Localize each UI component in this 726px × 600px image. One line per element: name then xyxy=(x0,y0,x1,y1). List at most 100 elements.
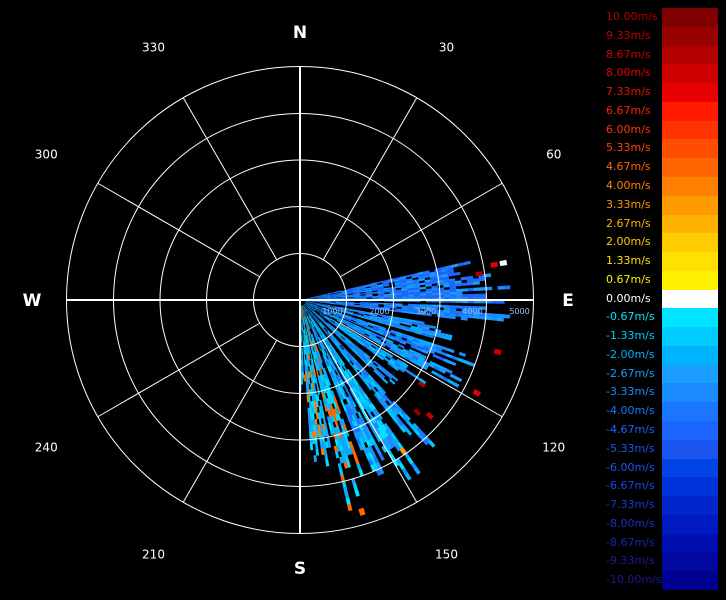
velocity-bin xyxy=(496,317,504,322)
velocity-bin xyxy=(310,352,313,360)
legend-color-swatch xyxy=(662,64,718,84)
legend-speed-label: -3.33m/s xyxy=(606,385,655,399)
velocity-bin xyxy=(391,375,399,382)
legend-speed-label: 6.67m/s xyxy=(606,103,651,117)
legend-speed-label: -9.33m/s xyxy=(606,554,655,568)
legend-color-swatch xyxy=(662,571,718,590)
velocity-bin xyxy=(413,291,421,295)
velocity-bin xyxy=(314,442,319,450)
velocity-bin xyxy=(301,360,303,367)
bearing-spoke xyxy=(322,97,418,260)
legend-color-swatch xyxy=(662,383,718,403)
legend-speed-label: -2.00m/s xyxy=(606,347,655,361)
velocity-bin xyxy=(443,292,451,296)
velocity-bin xyxy=(503,285,511,290)
cardinal-label: W xyxy=(23,291,42,311)
velocity-bin xyxy=(449,294,457,298)
velocity-bin xyxy=(354,297,361,300)
legend-speed-label: -8.67m/s xyxy=(606,535,655,549)
velocity-bin xyxy=(371,291,379,294)
velocity-bin xyxy=(445,368,453,374)
velocity-bin xyxy=(413,295,421,299)
velocity-bin xyxy=(473,293,481,298)
velocity-bin xyxy=(360,297,367,299)
legend-color-swatch xyxy=(662,327,718,346)
velocity-legend-colorbar xyxy=(662,8,718,590)
bearing-spoke xyxy=(182,340,278,503)
velocity-bin xyxy=(461,282,468,286)
velocity-hot-cell xyxy=(472,389,481,397)
legend-color-swatch xyxy=(662,45,718,65)
velocity-bin xyxy=(359,293,367,295)
legend-color-swatch xyxy=(662,477,718,497)
velocity-hot-cell xyxy=(493,348,502,356)
legend-color-swatch xyxy=(662,120,718,140)
legend-speed-label: 5.33m/s xyxy=(606,141,651,155)
legend-color-swatch xyxy=(662,158,718,177)
legend-color-swatch xyxy=(662,364,718,384)
bearing-label: 150 xyxy=(435,548,458,562)
velocity-bin xyxy=(378,297,385,299)
legend-speed-label: -2.67m/s xyxy=(606,366,655,380)
legend-speed-label: 6.00m/s xyxy=(606,122,651,136)
bearing-label: 210 xyxy=(142,548,165,562)
velocity-bin xyxy=(324,453,329,461)
legend-speed-label: 0.67m/s xyxy=(606,272,651,286)
velocity-bin xyxy=(316,369,319,377)
range-ring-label: 4000 xyxy=(462,307,482,316)
legend-color-swatch xyxy=(662,496,718,515)
legend-speed-label: -6.00m/s xyxy=(606,460,655,474)
legend-speed-label: 1.33m/s xyxy=(606,254,651,268)
legend-speed-label: -1.33m/s xyxy=(606,329,655,343)
legend-color-swatch xyxy=(662,139,718,159)
legend-color-swatch xyxy=(662,195,718,215)
velocity-bin xyxy=(347,503,353,512)
cardinal-label: N xyxy=(293,23,307,43)
velocity-hot-cell xyxy=(358,507,366,516)
legend-color-swatch xyxy=(662,83,718,102)
velocity-bin xyxy=(467,293,475,298)
velocity-hot-cell xyxy=(413,408,422,416)
legend-color-swatch xyxy=(662,101,718,121)
velocity-bin xyxy=(322,417,327,425)
velocity-bin xyxy=(455,376,463,383)
velocity-bin xyxy=(315,448,320,456)
velocity-bin xyxy=(490,316,498,321)
velocity-bin xyxy=(335,451,340,459)
velocity-bin xyxy=(453,271,461,276)
bearing-spoke xyxy=(97,182,260,278)
velocity-bin xyxy=(455,288,463,292)
velocity-bin xyxy=(405,274,413,278)
bearing-label: 30 xyxy=(439,40,454,54)
velocity-bin xyxy=(479,287,487,291)
velocity-bin xyxy=(376,281,383,284)
velocity-bin xyxy=(449,289,457,293)
legend-color-swatch xyxy=(662,214,718,234)
velocity-bin xyxy=(443,305,451,308)
velocity-bin xyxy=(442,315,450,319)
legend-speed-label: 2.67m/s xyxy=(606,216,651,230)
velocity-bin xyxy=(407,294,415,297)
velocity-bin xyxy=(301,372,303,379)
velocity-bin xyxy=(437,292,445,296)
velocity-bin xyxy=(419,293,427,296)
legend-color-swatch xyxy=(662,421,718,440)
legend-speed-label: 4.67m/s xyxy=(606,160,651,174)
legend-speed-label: 3.33m/s xyxy=(606,197,651,211)
velocity-bin xyxy=(419,286,427,290)
legend-color-swatch xyxy=(662,176,718,196)
legend-speed-label: -5.33m/s xyxy=(606,441,655,455)
legend-color-swatch xyxy=(662,233,718,253)
legend-speed-label: 0.00m/s xyxy=(606,291,651,305)
velocity-bin xyxy=(325,459,330,467)
velocity-bin xyxy=(497,313,505,318)
velocity-bin xyxy=(443,294,451,298)
velocity-bin xyxy=(322,327,328,334)
bearing-label: 300 xyxy=(35,148,58,162)
velocity-hot-cell xyxy=(499,259,508,267)
legend-speed-label: -4.67m/s xyxy=(606,423,655,437)
legend-speed-label: 7.33m/s xyxy=(606,85,651,99)
legend-color-swatch xyxy=(662,26,718,46)
velocity-bins xyxy=(299,260,511,512)
legend-color-swatch xyxy=(662,289,718,309)
